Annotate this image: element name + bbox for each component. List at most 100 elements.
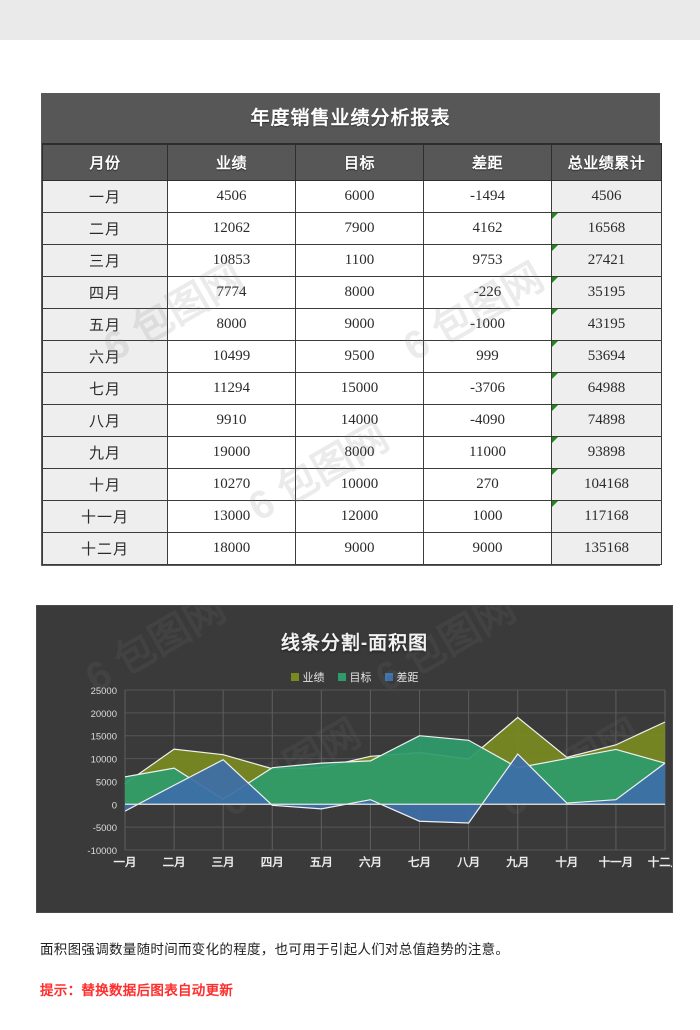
page-top-strip [0, 0, 700, 40]
cell-gap: -1000 [423, 308, 552, 341]
cell-cumulative: 74898 [551, 404, 662, 437]
cell-cumulative: 16568 [551, 212, 662, 245]
x-axis-tick-label: 六月 [359, 855, 382, 869]
area-chart-panel: 6 包图网 6 包图网 6 包图网 6 包图网 线条分割-面积图 业绩目标差距 … [36, 605, 673, 913]
cell-cumulative: 53694 [551, 340, 662, 373]
column-header-performance: 业绩 [167, 143, 296, 181]
cell-goal: 8000 [295, 436, 424, 469]
cell-gap: -4090 [423, 404, 552, 437]
cell-cumulative: 135168 [551, 532, 662, 565]
cell-performance: 7774 [167, 276, 296, 309]
x-axis-tick-label: 三月 [212, 856, 235, 869]
table-row: 六月 10499 9500 999 53694 [42, 340, 662, 373]
y-axis-tick-label: 5000 [96, 777, 117, 788]
cell-performance: 12062 [167, 212, 296, 245]
cell-month: 四月 [42, 276, 168, 309]
cell-performance: 10853 [167, 244, 296, 277]
y-axis-tick-label: 0 [112, 800, 117, 811]
cell-goal: 7900 [295, 212, 424, 245]
y-axis-tick-label: 10000 [91, 755, 117, 766]
cell-gap: -1494 [423, 180, 552, 213]
cell-gap: 1000 [423, 500, 552, 533]
cell-cumulative: 104168 [551, 468, 662, 501]
cell-month: 八月 [42, 404, 168, 437]
area-chart-svg: 25000 20000 15000 10000 5000 0 -5000 -10000一月 二月… [87, 686, 672, 869]
cell-goal: 9000 [295, 308, 424, 341]
table-row: 五月 8000 9000 -1000 43195 [42, 308, 662, 341]
table-row: 七月 11294 15000 -3706 64988 [42, 372, 662, 405]
x-axis-tick-label: 二月 [163, 856, 186, 869]
cell-goal: 10000 [295, 468, 424, 501]
report-table: 月份 业绩 目标 差距 总业绩累计 一月 4506 6000 -1494 4506 二月 1… [42, 143, 662, 565]
cell-goal: 8000 [295, 276, 424, 309]
cell-goal: 14000 [295, 404, 424, 437]
chart-description: 面积图强调数量随时间而变化的程度，也可用于引起人们对总值趋势的注意。 [40, 942, 510, 957]
cell-month: 一月 [42, 180, 168, 213]
cell-performance: 10270 [167, 468, 296, 501]
x-axis-tick-label: 十一月 [599, 855, 634, 869]
column-header-cumulative: 总业绩累计 [551, 143, 662, 181]
cell-month: 二月 [42, 212, 168, 245]
chart-title: 线条分割-面积图 [280, 633, 429, 654]
x-axis-tick-label: 五月 [310, 856, 333, 869]
column-header-goal: 目标 [295, 143, 424, 181]
cell-month: 七月 [42, 372, 168, 405]
cell-month: 十月 [42, 468, 168, 501]
cell-cumulative: 27421 [551, 244, 662, 277]
cell-goal: 15000 [295, 372, 424, 405]
cell-gap: 4162 [423, 212, 552, 245]
cell-cumulative: 4506 [551, 180, 662, 213]
x-axis-tick-label: 四月 [261, 856, 284, 869]
cell-cumulative: 43195 [551, 308, 662, 341]
cell-month: 十二月 [42, 532, 168, 565]
table-row: 三月 10853 1100 9753 27421 [42, 244, 662, 277]
cell-performance: 4506 [167, 180, 296, 213]
cell-cumulative: 117168 [551, 500, 662, 533]
column-header-gap: 差距 [423, 143, 552, 181]
report-title: 年度销售业绩分析报表 [42, 94, 659, 143]
cell-gap: 9000 [423, 532, 552, 565]
cell-performance: 9910 [167, 404, 296, 437]
table-row: 九月 19000 8000 11000 93898 [42, 436, 662, 469]
cell-gap: 270 [423, 468, 552, 501]
x-axis-tick-label: 七月 [408, 855, 431, 869]
cell-performance: 19000 [167, 436, 296, 469]
cell-goal: 6000 [295, 180, 424, 213]
table-row: 八月 9910 14000 -4090 74898 [42, 404, 662, 437]
cell-performance: 11294 [167, 372, 296, 405]
cell-month: 六月 [42, 340, 168, 373]
report-table-panel: 年度销售业绩分析报表 月份 业绩 目标 差距 总业绩累计 一月 4506 6000-… [41, 93, 662, 566]
cell-cumulative: 64988 [551, 372, 662, 405]
table-row: 十一月 13000 12000 1000 117168 [42, 500, 662, 533]
table-row: 四月 7774 8000 -226 35195 [42, 276, 662, 309]
y-axis-tick-label: -5000 [93, 823, 117, 834]
y-axis-tick-label: 20000 [91, 709, 117, 720]
table-row: 十月 10270 10000 270 104168 [42, 468, 662, 501]
y-axis-tick-label: -10000 [87, 846, 117, 857]
cell-goal: 9500 [295, 340, 424, 373]
cell-month: 十一月 [42, 500, 168, 533]
cell-gap: -3706 [423, 372, 552, 405]
cell-performance: 10499 [167, 340, 296, 373]
y-axis-tick-label: 25000 [91, 686, 117, 697]
chart-plot-area: 25000 20000 15000 10000 5000 0 -5000 -10000 一月 二月… [37, 680, 672, 910]
cell-month: 三月 [42, 244, 168, 277]
cell-month: 五月 [42, 308, 168, 341]
table-header-row: 月份 业绩 目标 差距 总业绩累计 [42, 143, 662, 181]
cell-performance: 8000 [167, 308, 296, 341]
cell-cumulative: 35195 [551, 276, 662, 309]
cell-goal: 1100 [295, 244, 424, 277]
x-axis-tick-label: 八月 [456, 856, 480, 869]
y-axis-tick-label: 15000 [91, 732, 117, 743]
cell-performance: 18000 [167, 532, 296, 565]
table-row: 一月 4506 6000 -1494 4506 [42, 180, 662, 213]
update-tip: 提示：替换数据后图表自动更新 [40, 983, 234, 998]
cell-gap: 11000 [423, 436, 552, 469]
x-axis-tick-label: 十二月 [648, 855, 672, 869]
cell-goal: 9000 [295, 532, 424, 565]
cell-gap: 9753 [423, 244, 552, 277]
column-header-month: 月份 [42, 143, 168, 181]
table-row: 二月 12062 7900 4162 16568 [42, 212, 662, 245]
cell-gap: -226 [423, 276, 552, 309]
cell-goal: 12000 [295, 500, 424, 533]
